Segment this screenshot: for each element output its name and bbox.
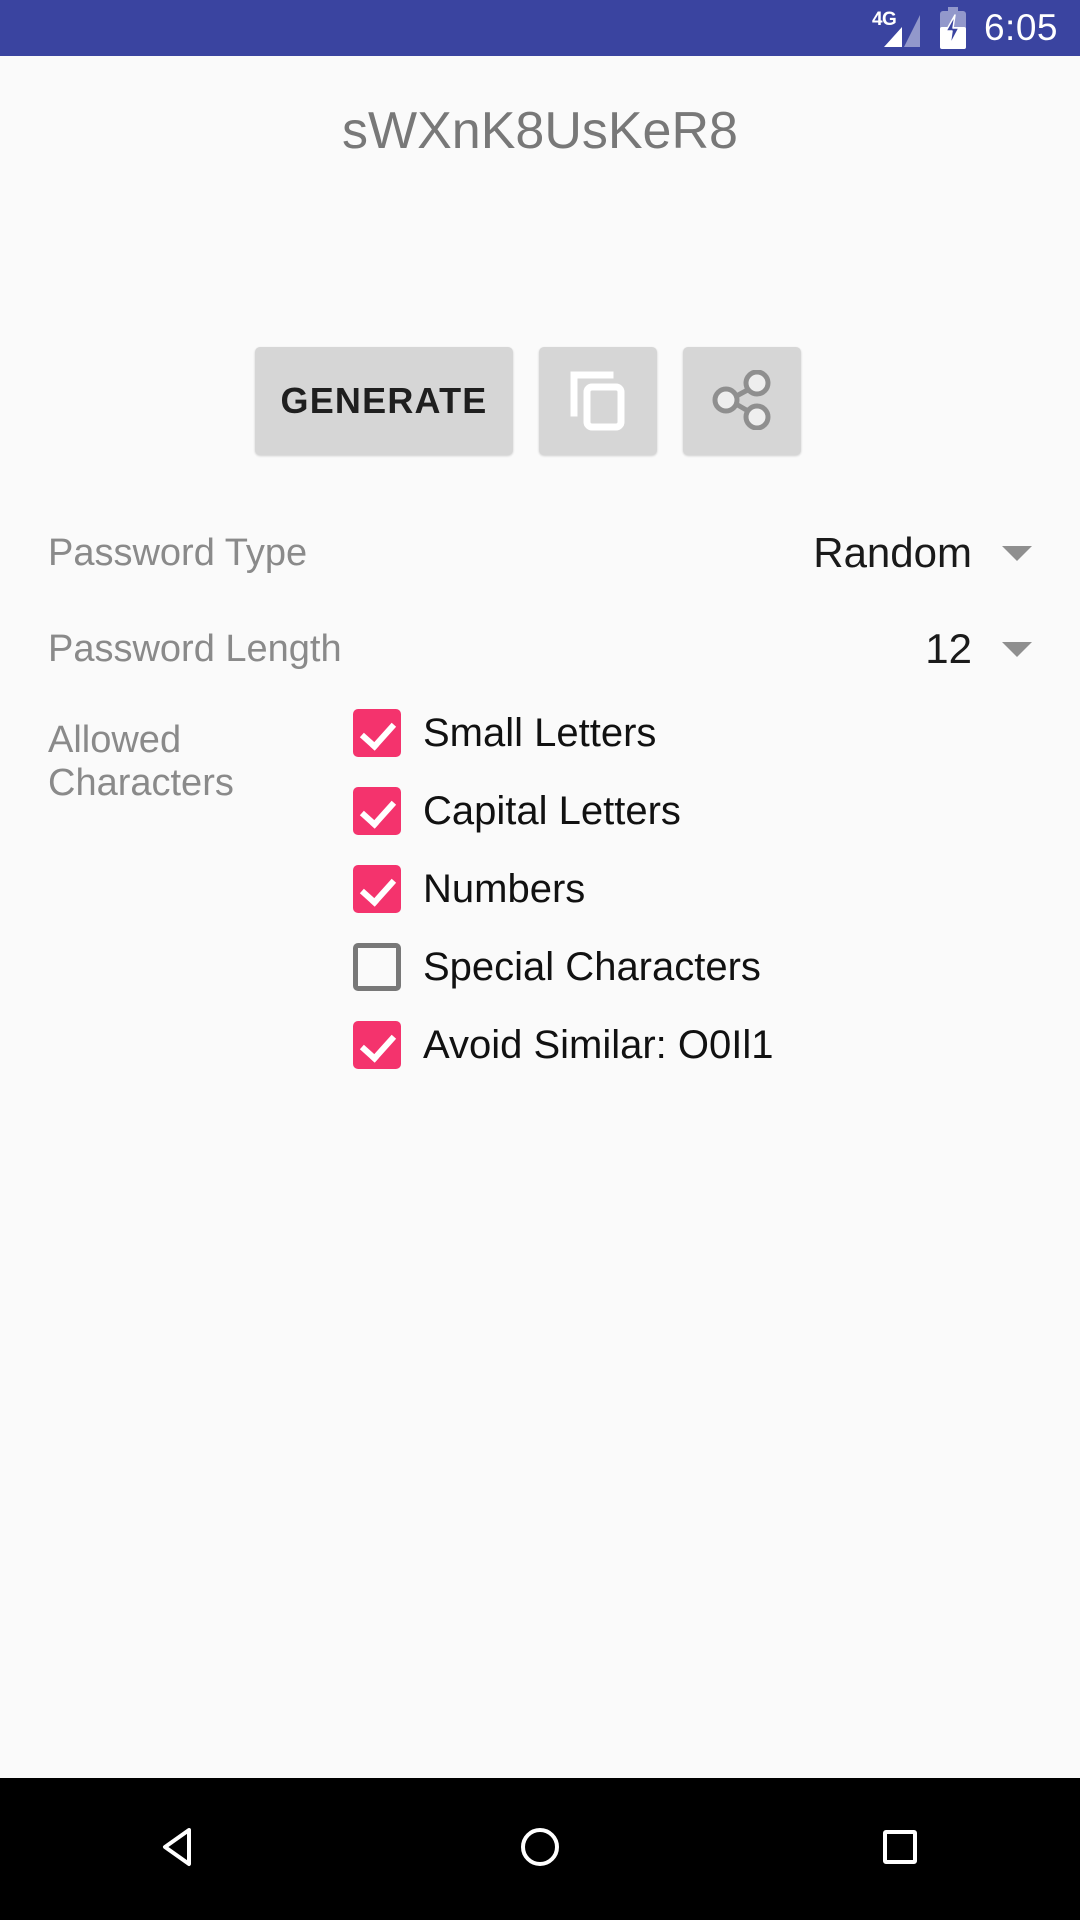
password-length-value: 12 [925, 625, 972, 672]
checkbox-label-numbers: Numbers [423, 866, 586, 911]
generated-password-text: sWXnK8UsKeR8 [342, 102, 738, 160]
password-length-label: Password Length [48, 627, 342, 670]
checkbox-row-numbers[interactable]: Numbers [353, 859, 774, 919]
checkbox-label-special-characters: Special Characters [423, 944, 761, 989]
checkbox-label-small-letters: Small Letters [423, 710, 657, 755]
checkbox-label-capital-letters: Capital Letters [423, 788, 681, 833]
password-type-value: Random [813, 529, 972, 576]
checkbox-small-letters[interactable] [353, 709, 401, 757]
android-navigation-bar [0, 1778, 1080, 1920]
generate-button-label: GENERATE [280, 380, 488, 421]
allowed-characters-label: Allowed Characters [48, 719, 234, 804]
share-icon [712, 369, 772, 433]
checkbox-capital-letters[interactable] [353, 787, 401, 835]
nav-home-button[interactable] [465, 1778, 615, 1920]
nav-back-button[interactable] [105, 1778, 255, 1920]
checkbox-special-characters[interactable] [353, 943, 401, 991]
status-bar: 4G 6:05 [0, 0, 1080, 56]
copy-icon [570, 369, 626, 434]
copy-button[interactable] [539, 347, 657, 455]
generate-button[interactable]: GENERATE [255, 347, 513, 455]
battery-charging-icon [938, 7, 968, 49]
password-length-row[interactable]: Password Length 12 [0, 601, 1080, 697]
checkbox-row-capital-letters[interactable]: Capital Letters [353, 781, 774, 841]
home-icon [516, 1823, 564, 1876]
password-type-row[interactable]: Password Type Random [0, 505, 1080, 601]
status-bar-icons: 4G 6:05 [872, 6, 1058, 49]
chevron-down-icon[interactable] [1002, 545, 1032, 561]
recents-icon [876, 1823, 924, 1876]
signal-icon: 4G [872, 8, 922, 48]
chevron-down-icon[interactable] [1002, 641, 1032, 657]
nav-recents-button[interactable] [825, 1778, 975, 1920]
allowed-characters-list: Small Letters Capital Letters Numbers Sp… [353, 703, 774, 1075]
password-type-label: Password Type [48, 531, 308, 574]
settings-section: Password Type Random Password Length 12 … [0, 505, 1080, 1075]
checkbox-numbers[interactable] [353, 865, 401, 913]
allowed-characters-section: Allowed Characters Small Letters Capital… [0, 703, 1080, 1075]
back-icon [156, 1823, 204, 1876]
checkbox-row-special-characters[interactable]: Special Characters [353, 937, 774, 997]
share-button[interactable] [683, 347, 801, 455]
checkbox-label-avoid-similar: Avoid Similar: O0Il1 [423, 1022, 774, 1067]
generated-password-display: sWXnK8UsKeR8 [0, 56, 1080, 206]
checkbox-row-small-letters[interactable]: Small Letters [353, 703, 774, 763]
checkbox-row-avoid-similar[interactable]: Avoid Similar: O0Il1 [353, 1015, 774, 1075]
action-button-row: GENERATE [255, 347, 801, 455]
checkbox-avoid-similar[interactable] [353, 1021, 401, 1069]
status-bar-clock: 6:05 [983, 6, 1058, 48]
